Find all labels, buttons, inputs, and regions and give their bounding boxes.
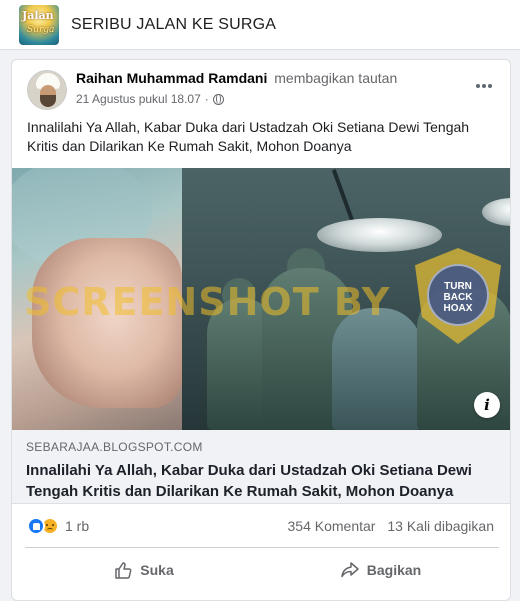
surgical-lamp [317,218,442,252]
link-domain: SEBARAJAA.BLOGSPOT.COM [26,440,203,454]
lamp-arm [331,169,357,227]
more-options-icon[interactable] [472,74,496,98]
surgeon-figure [332,308,422,430]
post-header: Raihan Muhammad Ramdani membagikan tauta… [12,60,510,116]
logo-subtext: Surga [27,24,55,35]
author-line: Raihan Muhammad Ramdani membagikan tauta… [76,70,397,86]
info-icon[interactable]: i [474,392,500,418]
reaction-count: 1 rb [65,518,90,534]
engagement-counts: 354 Komentar 13 Kali dibagikan [280,518,494,534]
post-meta: 21 Agustus pukul 18.07 · [76,92,224,106]
globe-icon[interactable] [212,93,224,105]
comment-count[interactable]: 354 Komentar [288,518,376,534]
action-bar: Suka Bagikan [25,547,499,591]
page-logo[interactable]: Jalan Surga [19,4,59,45]
avatar-beard [40,95,56,107]
share-icon [341,561,359,577]
post-timestamp[interactable]: 21 Agustus pukul 18.07 [76,92,201,106]
post-text: Innalilahi Ya Allah, Kabar Duka dari Ust… [27,119,470,154]
avatar[interactable] [27,70,67,110]
like-button[interactable]: Suka [25,548,262,591]
page-header: Jalan Surga SERIBU JALAN KE SURGA [0,0,520,50]
author-action: membagikan tautan [274,70,398,86]
like-reaction-icon [27,517,45,535]
post-card: Raihan Muhammad Ramdani membagikan tauta… [11,59,511,601]
share-count[interactable]: 13 Kali dibagikan [387,518,494,534]
surgical-lamp [482,198,510,226]
dot [488,84,492,88]
logo-text: Jalan [22,8,54,22]
share-label: Bagikan [366,561,422,578]
share-button[interactable]: Bagikan [262,548,499,591]
like-label: Suka [140,561,174,578]
link-preview[interactable]: SEBARAJAA.BLOGSPOT.COM Innalilahi Ya All… [12,430,510,504]
reactions-summary[interactable]: 1 rb [27,517,89,535]
page-name[interactable]: SERIBU JALAN KE SURGA [71,16,276,34]
dot [482,84,486,88]
badge-text: TURN BACK HOAX [443,281,473,314]
hoax-badge: TURN BACK HOAX [415,248,501,344]
dot [476,84,480,88]
link-title: Innalilahi Ya Allah, Kabar Duka dari Ust… [26,462,472,500]
meta-separator: · [204,92,209,106]
author-name[interactable]: Raihan Muhammad Ramdani [76,70,267,86]
post-image[interactable]: SCREENSHOT BY TURN BACK HOAX i [12,168,510,430]
image-watermark: SCREENSHOT BY [24,280,391,324]
thumbs-up-icon [115,561,132,579]
